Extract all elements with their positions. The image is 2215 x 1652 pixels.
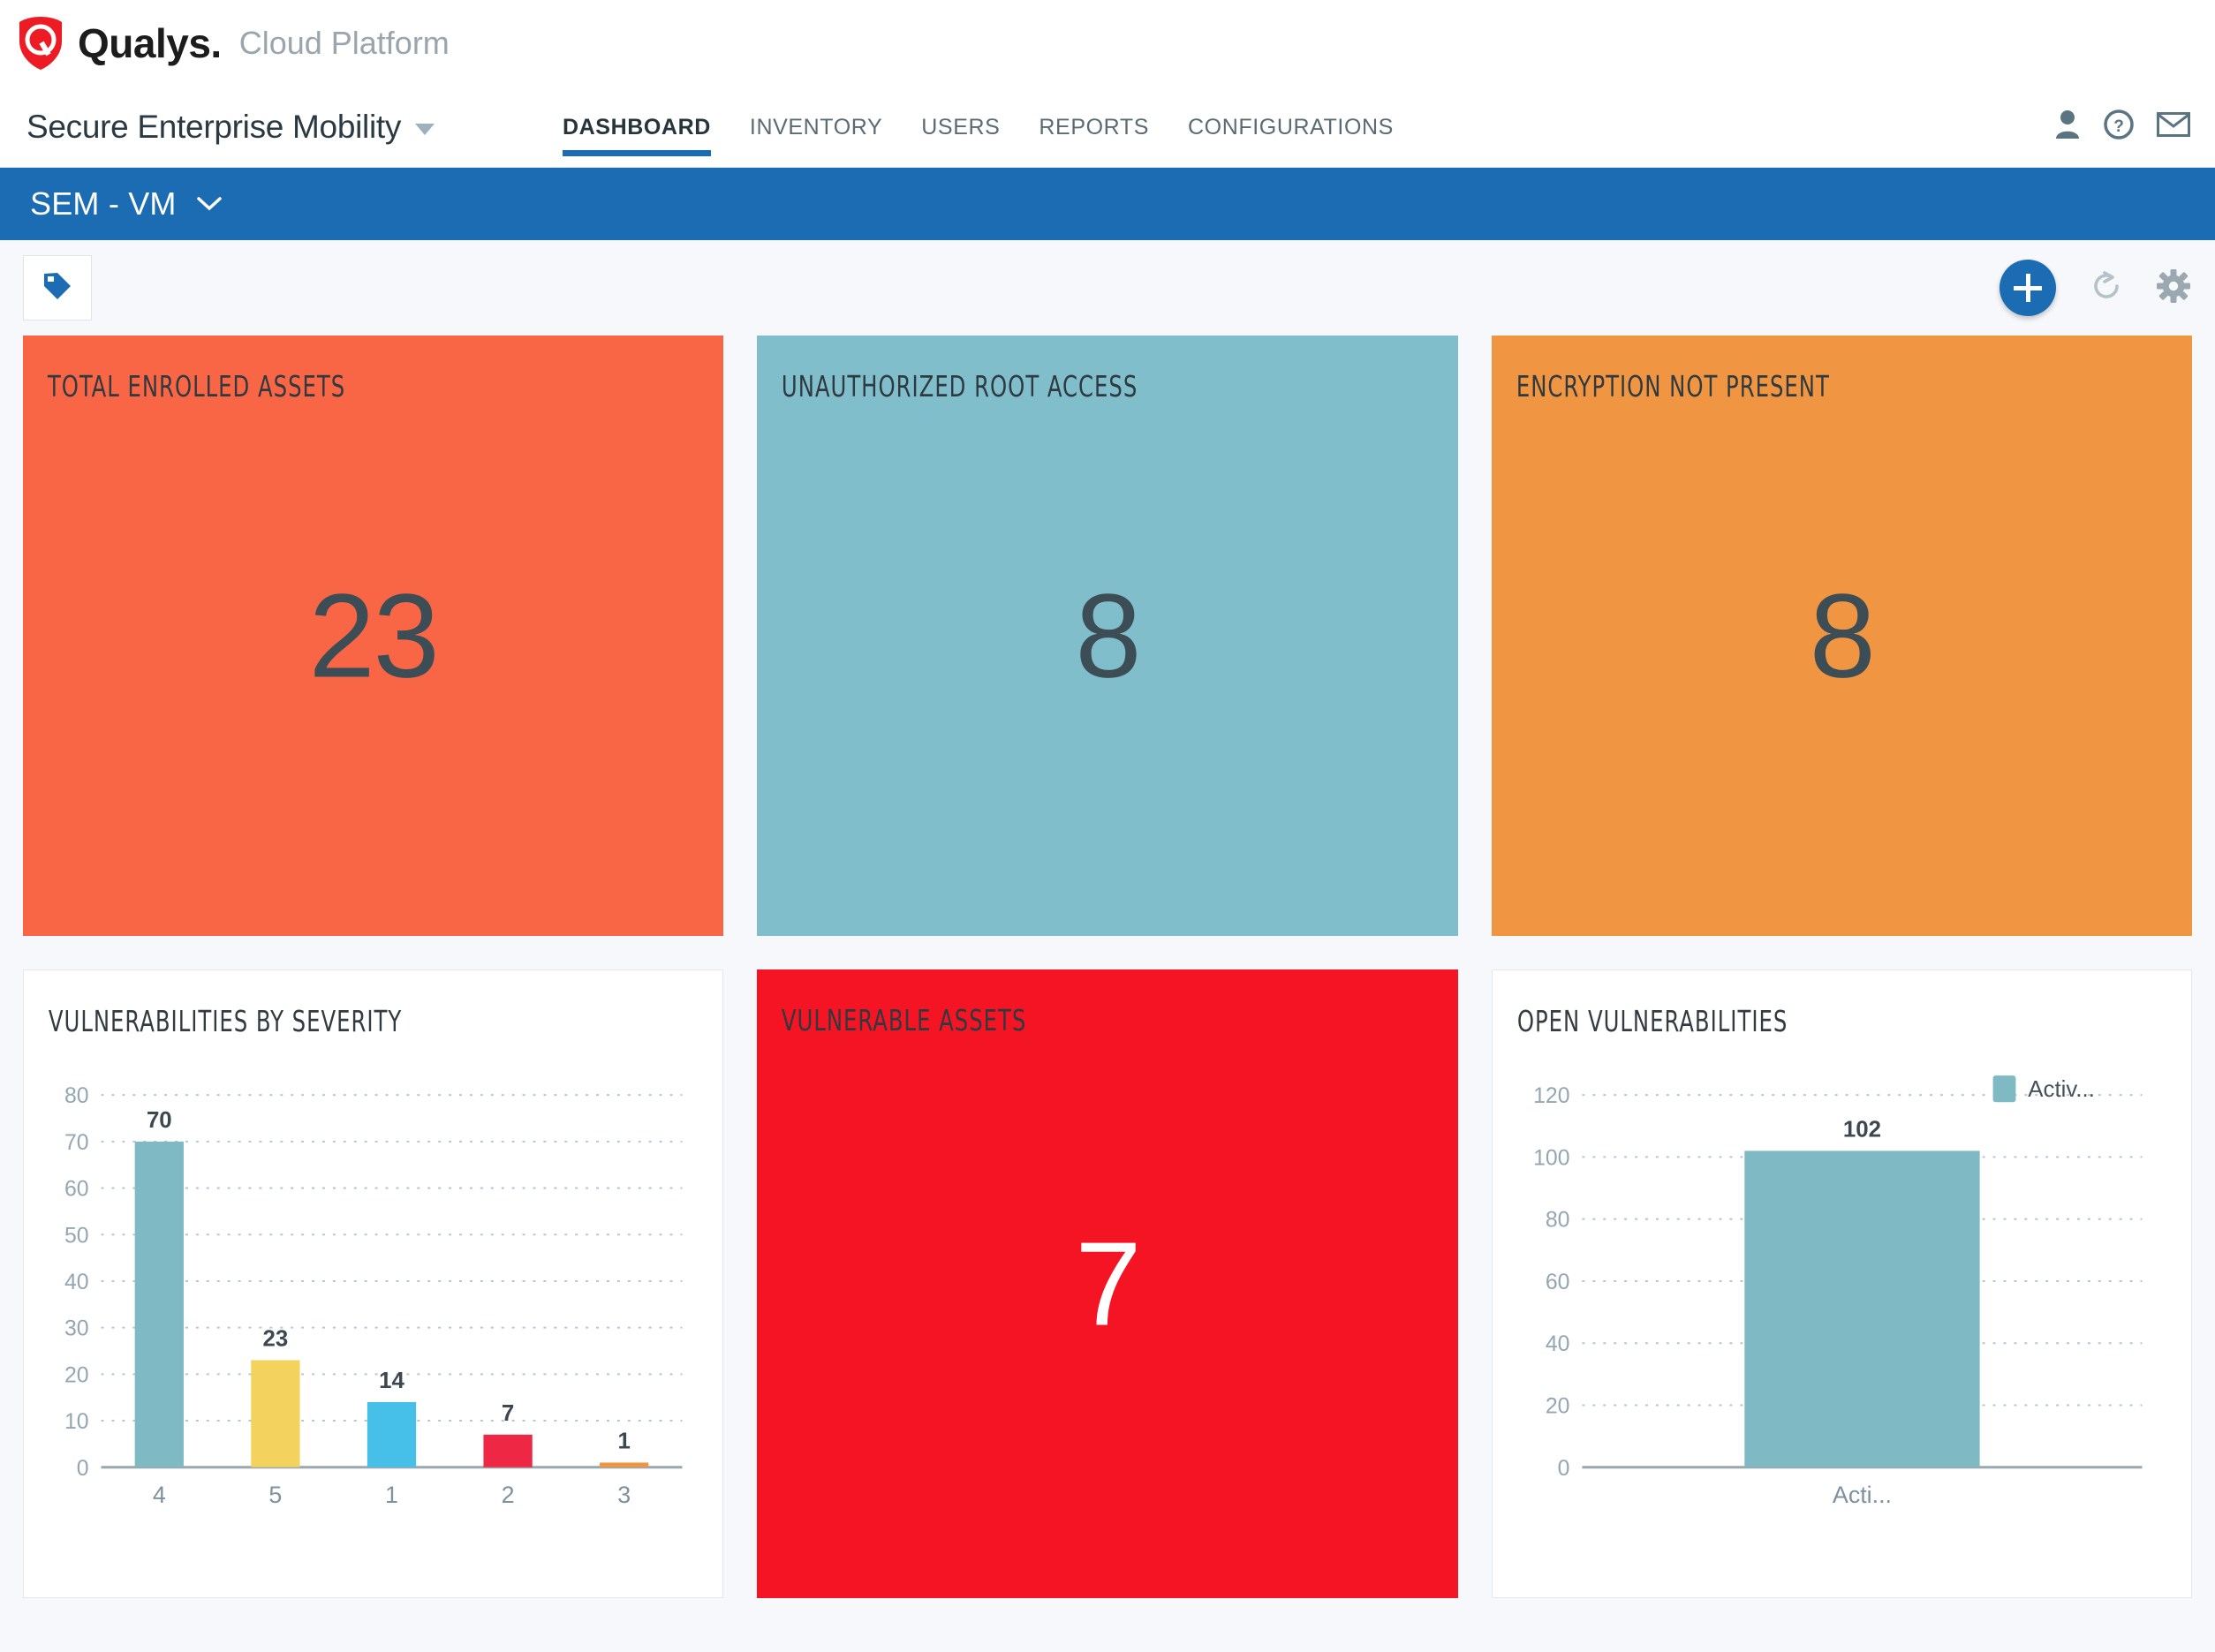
help-question-icon[interactable]: ? — [2104, 109, 2134, 140]
chart-bar[interactable] — [134, 1141, 184, 1467]
widget-total-enrolled-assets[interactable]: TOTAL ENROLLED ASSETS 23 — [23, 336, 724, 936]
widget-vulnerabilities-by-severity[interactable]: VULNERABILITIES BY SEVERITY 0 10 20 30 40 50 6… — [23, 969, 724, 1598]
y-axis-tick-label: 60 — [1546, 1270, 1570, 1294]
y-axis-tick-label: 10 — [64, 1409, 89, 1434]
nav-item-users[interactable]: USERS — [902, 115, 1019, 167]
legend-swatch — [1992, 1075, 2016, 1103]
widget-title: OPEN VULNERABILITIES — [1516, 1004, 1788, 1038]
svg-text:?: ? — [2113, 117, 2124, 136]
main-navigation-bar: Secure Enterprise Mobility DASHBOARD INV… — [0, 87, 2215, 168]
vulnerabilities-by-severity-chart: 0 10 20 30 40 50 60 70 80 70 4 23 5 14 1 7 2 1 3 — [24, 1038, 722, 1533]
widget-title: VULNERABLE ASSETS — [782, 1003, 1027, 1037]
nav-item-inventory[interactable]: INVENTORY — [730, 115, 902, 167]
y-axis-tick-label: 20 — [1546, 1393, 1570, 1418]
y-axis-tick-label: 80 — [1546, 1208, 1570, 1233]
mail-envelope-icon[interactable] — [2157, 111, 2190, 137]
widget-title: ENCRYPTION NOT PRESENT — [1516, 369, 1830, 404]
nav-items: DASHBOARD INVENTORY USERS REPORTS CONFIG… — [459, 87, 2054, 167]
widget-value: 8 — [1075, 569, 1141, 703]
tag-filter-button[interactable] — [23, 255, 92, 321]
widget-title: UNAUTHORIZED ROOT ACCESS — [782, 369, 1138, 404]
add-widget-button[interactable] — [2000, 260, 2056, 316]
qualys-logo[interactable]: Qualys. Cloud Platform — [16, 15, 450, 72]
y-axis-tick-label: 100 — [1533, 1145, 1569, 1170]
widget-vulnerable-assets[interactable]: VULNERABLE ASSETS 7 — [757, 969, 1458, 1598]
x-axis-category-label: 3 — [617, 1482, 631, 1508]
x-axis-category-label: 4 — [153, 1482, 166, 1508]
y-axis-tick-label: 40 — [64, 1270, 89, 1294]
y-axis-tick-label: 120 — [1533, 1083, 1569, 1108]
chart-bar[interactable] — [483, 1434, 533, 1467]
widget-unauthorized-root-access[interactable]: UNAUTHORIZED ROOT ACCESS 8 — [757, 336, 1458, 936]
x-axis-category-label: 5 — [268, 1482, 282, 1508]
chart-bar[interactable] — [367, 1401, 417, 1467]
bar-value-label: 14 — [379, 1367, 404, 1393]
chart-bar[interactable] — [600, 1462, 649, 1467]
gear-icon[interactable] — [2157, 268, 2190, 307]
nav-item-reports[interactable]: REPORTS — [1019, 115, 1168, 167]
open-vulnerabilities-chart: 0 20 40 60 80 100 120 102 Acti... Activ... — [1493, 1038, 2191, 1533]
bar-value-label: 70 — [147, 1106, 172, 1133]
y-axis-tick-label: 0 — [77, 1456, 89, 1481]
y-axis-tick-label: 0 — [1557, 1456, 1569, 1481]
y-axis-tick-label: 40 — [1546, 1331, 1570, 1356]
bar-value-label: 7 — [502, 1399, 514, 1426]
header-actions: ? — [2054, 87, 2215, 167]
widget-open-vulnerabilities[interactable]: OPEN VULNERABILITIES 0 20 40 60 80 100 120 102 A… — [1491, 969, 2192, 1598]
tag-icon — [40, 268, 75, 308]
dashboard-widget-grid: TOTAL ENROLLED ASSETS 23 UNAUTHORIZED RO… — [0, 336, 2215, 1598]
bar-value-label: 23 — [263, 1324, 289, 1351]
widget-value: 7 — [1075, 1217, 1141, 1351]
brand-suffix: Cloud Platform — [238, 25, 450, 61]
widget-title: VULNERABILITIES BY SEVERITY — [48, 1004, 403, 1038]
dashboard-name: SEM - VM — [30, 185, 177, 222]
dashboard-context-bar[interactable]: SEM - VM — [0, 168, 2215, 240]
widget-value: 23 — [308, 569, 440, 703]
y-axis-tick-label: 60 — [64, 1176, 89, 1201]
y-axis-tick-label: 70 — [64, 1130, 89, 1155]
module-title: Secure Enterprise Mobility — [26, 108, 402, 145]
dashboard-toolbar — [0, 240, 2215, 336]
caret-down-icon[interactable] — [415, 124, 435, 135]
chart-bar[interactable] — [1743, 1150, 1980, 1467]
widget-title: TOTAL ENROLLED ASSETS — [47, 369, 346, 404]
nav-item-dashboard[interactable]: DASHBOARD — [543, 115, 730, 167]
bar-value-label: 102 — [1843, 1115, 1881, 1142]
y-axis-tick-label: 30 — [64, 1316, 89, 1341]
y-axis-tick-label: 80 — [64, 1083, 89, 1108]
y-axis-tick-label: 50 — [64, 1223, 89, 1248]
user-icon[interactable] — [2054, 109, 2081, 140]
widget-encryption-not-present[interactable]: ENCRYPTION NOT PRESENT 8 — [1491, 336, 2192, 936]
legend-label[interactable]: Activ... — [2028, 1075, 2095, 1102]
widget-value: 8 — [1809, 569, 1876, 703]
y-axis-tick-label: 20 — [64, 1362, 89, 1387]
brand-bar: Qualys. Cloud Platform — [0, 0, 2215, 87]
toolbar-actions — [2000, 260, 2190, 316]
module-selector[interactable]: Secure Enterprise Mobility — [0, 87, 459, 167]
x-axis-category-label: Acti... — [1833, 1482, 1892, 1508]
x-axis-category-label: 1 — [385, 1482, 398, 1508]
chart-bar[interactable] — [251, 1360, 300, 1467]
x-axis-category-label: 2 — [502, 1482, 515, 1508]
bar-value-label: 1 — [617, 1427, 630, 1453]
nav-item-configurations[interactable]: CONFIGURATIONS — [1168, 115, 1413, 167]
qualys-shield-logo-icon — [16, 15, 65, 72]
refresh-icon[interactable] — [2090, 269, 2123, 307]
brand-name: Qualys. — [78, 20, 222, 66]
chevron-down-icon[interactable] — [196, 196, 223, 216]
